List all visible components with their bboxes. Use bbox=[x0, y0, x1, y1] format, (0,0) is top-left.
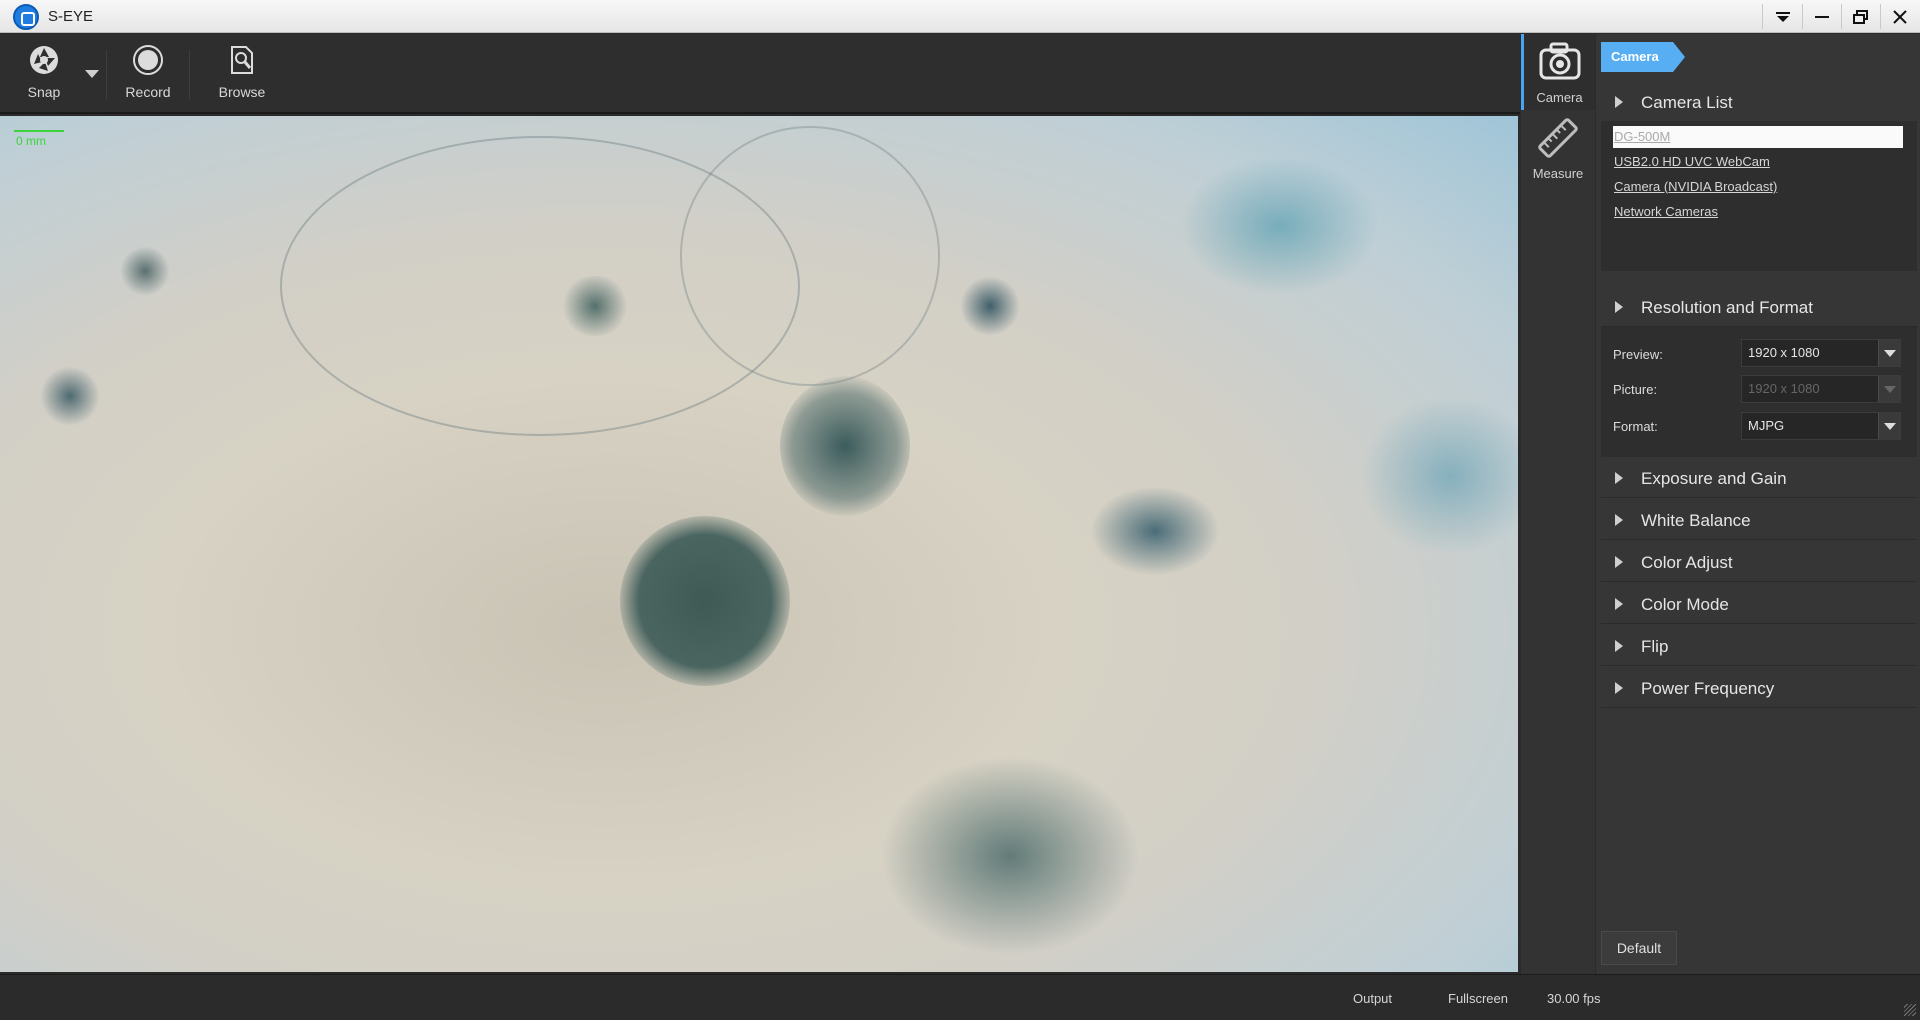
section-title: White Balance bbox=[1641, 511, 1751, 530]
section-title: Flip bbox=[1641, 637, 1669, 656]
specimen-blob bbox=[40, 366, 100, 426]
section-resolution-format[interactable]: Resolution and Format bbox=[1601, 287, 1917, 327]
section-camera-list[interactable]: Camera List bbox=[1601, 82, 1917, 122]
specimen-blob bbox=[620, 516, 790, 686]
tab-measure-label: Measure bbox=[1532, 166, 1584, 181]
section-title: Color Adjust bbox=[1641, 553, 1733, 572]
format-value: MJPG bbox=[1748, 418, 1785, 433]
default-button[interactable]: Default bbox=[1601, 931, 1677, 965]
format-select[interactable]: MJPG bbox=[1741, 412, 1901, 440]
camera-icon bbox=[1538, 40, 1582, 87]
section-title: Power Frequency bbox=[1641, 679, 1775, 698]
tab-camera[interactable]: Camera bbox=[1521, 34, 1595, 110]
expand-triangle-icon bbox=[1615, 556, 1623, 568]
title-separator bbox=[1762, 4, 1763, 29]
camera-item-dg-500m[interactable]: DG-500M bbox=[1613, 126, 1903, 148]
expand-triangle-icon bbox=[1615, 301, 1623, 313]
expand-triangle-icon bbox=[1615, 598, 1623, 610]
snap-label: Snap bbox=[27, 84, 61, 100]
expand-triangle-icon bbox=[1615, 640, 1623, 652]
record-button[interactable]: Record bbox=[112, 34, 184, 114]
chevron-down-icon bbox=[85, 66, 99, 82]
ruler-icon bbox=[1536, 116, 1580, 163]
status-bar: Output Fullscreen 30.00 fps bbox=[0, 974, 1920, 1020]
camera-preview[interactable]: 0 mm bbox=[0, 116, 1518, 972]
camera-item-nvidia-broadcast[interactable]: Camera (NVIDIA Broadcast) bbox=[1613, 176, 1903, 198]
section-title: Color Mode bbox=[1641, 595, 1729, 614]
scale-label: 0 mm bbox=[16, 134, 46, 148]
section-title: Camera List bbox=[1641, 93, 1733, 112]
snap-button[interactable]: Snap bbox=[10, 34, 78, 114]
snap-dropdown-button[interactable] bbox=[80, 34, 104, 114]
section-color-mode[interactable]: Color Mode bbox=[1601, 584, 1917, 624]
resolution-format-body: Preview: 1920 x 1080 Picture: 1920 x 108… bbox=[1601, 327, 1917, 457]
section-title: Resolution and Format bbox=[1641, 298, 1813, 317]
side-tabs: Camera Measure bbox=[1521, 34, 1595, 974]
record-icon bbox=[132, 44, 164, 79]
tab-measure[interactable]: Measure bbox=[1521, 110, 1595, 186]
output-button[interactable]: Output bbox=[1353, 991, 1392, 1006]
camera-settings-panel: Camera Camera List DG-500M USB2.0 HD UVC… bbox=[1596, 34, 1920, 974]
format-label: Format: bbox=[1613, 419, 1658, 434]
dropdown-icon[interactable] bbox=[1764, 0, 1802, 33]
specimen-blob bbox=[780, 376, 910, 516]
minimize-icon[interactable] bbox=[1803, 0, 1841, 33]
record-label: Record bbox=[125, 84, 171, 100]
section-exposure-gain[interactable]: Exposure and Gain bbox=[1601, 458, 1917, 498]
browse-icon bbox=[226, 44, 258, 79]
chevron-down-icon bbox=[1878, 340, 1900, 366]
toolbar: Snap Record Browse bbox=[0, 34, 1520, 114]
title-bar: S-EYE bbox=[0, 0, 1920, 33]
section-title: Exposure and Gain bbox=[1641, 469, 1787, 488]
specimen-blob bbox=[1180, 156, 1380, 296]
specimen-blob bbox=[1090, 486, 1220, 576]
fps-readout: 30.00 fps bbox=[1547, 991, 1601, 1006]
specimen-blob bbox=[1360, 396, 1518, 556]
section-power-frequency[interactable]: Power Frequency bbox=[1601, 668, 1917, 708]
chevron-down-icon bbox=[1878, 376, 1900, 402]
fullscreen-button[interactable]: Fullscreen bbox=[1448, 991, 1508, 1006]
picture-label: Picture: bbox=[1613, 382, 1658, 397]
expand-triangle-icon bbox=[1615, 472, 1623, 484]
preview-resolution-value: 1920 x 1080 bbox=[1748, 345, 1820, 360]
browse-label: Browse bbox=[218, 84, 266, 100]
toolbar-separator bbox=[106, 50, 107, 100]
scale-bar bbox=[14, 130, 64, 132]
section-white-balance[interactable]: White Balance bbox=[1601, 500, 1917, 540]
expand-triangle-icon bbox=[1615, 96, 1623, 108]
resize-grip-icon[interactable] bbox=[1904, 1004, 1916, 1016]
restore-icon[interactable] bbox=[1842, 0, 1880, 33]
app-logo-icon bbox=[13, 4, 39, 30]
app-title: S-EYE bbox=[48, 8, 94, 25]
expand-triangle-icon bbox=[1615, 514, 1623, 526]
camera-item-usb-webcam[interactable]: USB2.0 HD UVC WebCam bbox=[1613, 151, 1903, 173]
section-color-adjust[interactable]: Color Adjust bbox=[1601, 542, 1917, 582]
close-icon[interactable] bbox=[1881, 0, 1919, 33]
tab-camera-label: Camera bbox=[1536, 90, 1583, 105]
picture-resolution-select: 1920 x 1080 bbox=[1741, 375, 1901, 403]
camera-list: DG-500M USB2.0 HD UVC WebCam Camera (NVI… bbox=[1601, 121, 1917, 271]
camera-item-network-cameras[interactable]: Network Cameras bbox=[1613, 201, 1903, 223]
aperture-icon bbox=[28, 44, 60, 79]
toolbar-separator bbox=[189, 50, 190, 100]
breadcrumb[interactable]: Camera bbox=[1601, 42, 1685, 72]
expand-triangle-icon bbox=[1615, 682, 1623, 694]
preview-resolution-select[interactable]: 1920 x 1080 bbox=[1741, 339, 1901, 367]
section-flip[interactable]: Flip bbox=[1601, 626, 1917, 666]
specimen-fiber bbox=[680, 126, 940, 386]
specimen-blob bbox=[880, 756, 1140, 956]
chevron-down-icon bbox=[1878, 413, 1900, 439]
specimen-blob bbox=[960, 276, 1020, 336]
specimen-blob bbox=[120, 246, 170, 296]
browse-button[interactable]: Browse bbox=[206, 34, 278, 114]
preview-label: Preview: bbox=[1613, 347, 1663, 362]
picture-resolution-value: 1920 x 1080 bbox=[1748, 381, 1820, 396]
